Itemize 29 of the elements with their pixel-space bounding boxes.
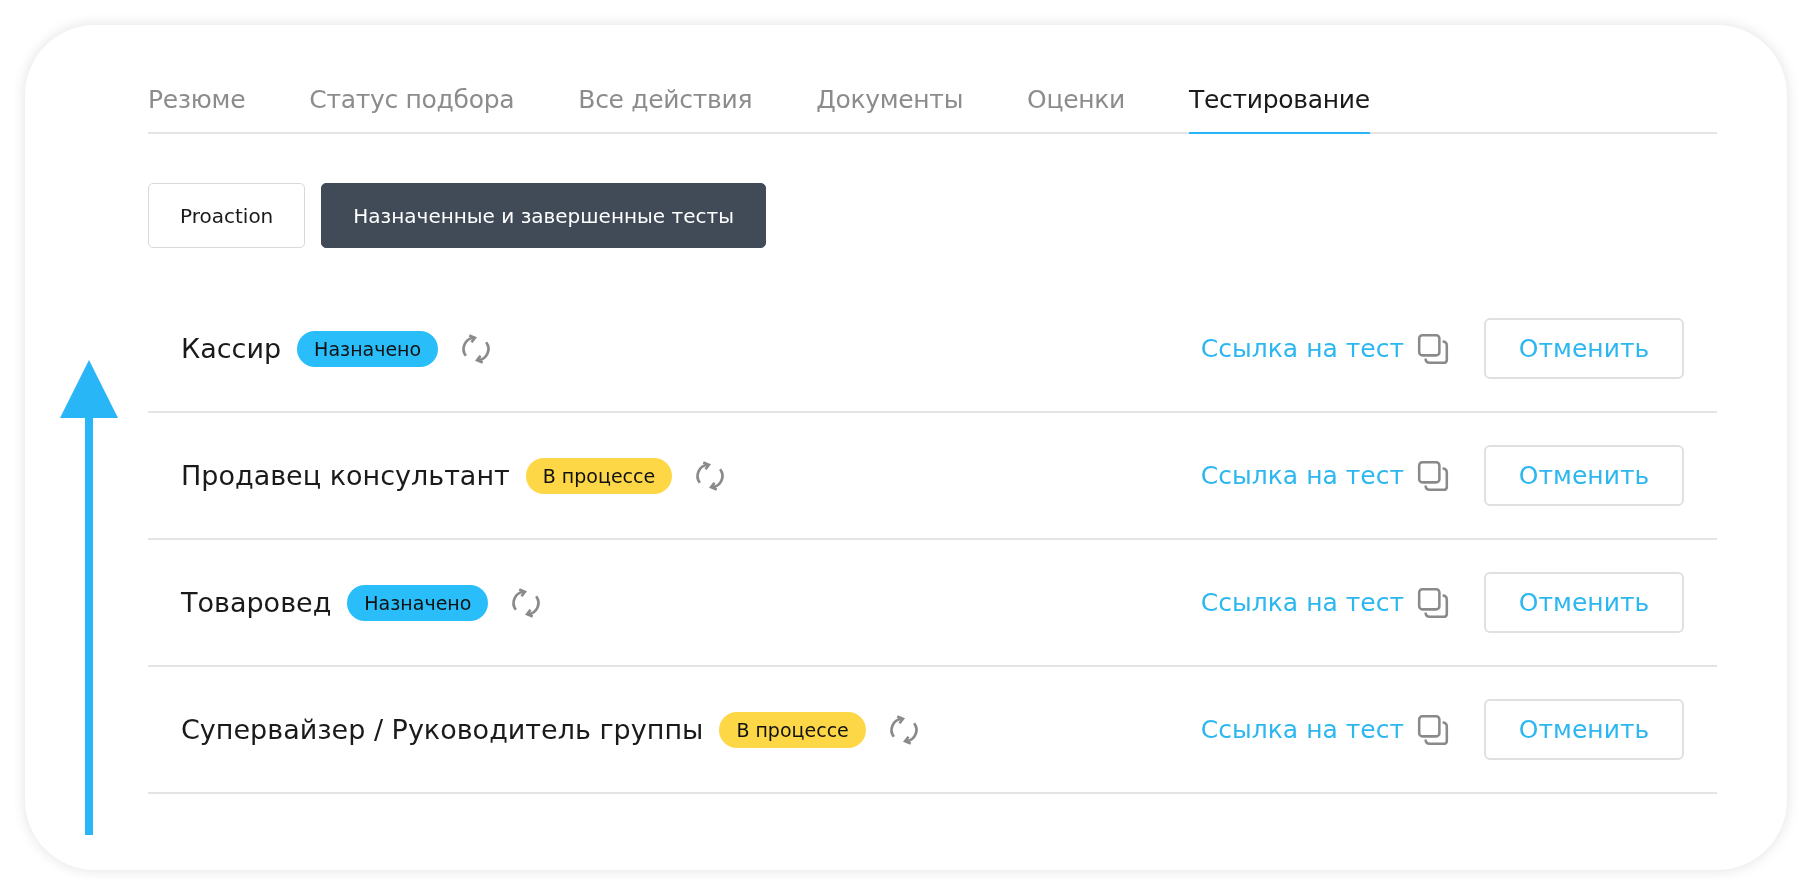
tab[interactable]: Все действия bbox=[578, 85, 753, 134]
segment-button[interactable]: Назначенные и завершенные тесты bbox=[321, 183, 766, 248]
copy-icon[interactable] bbox=[1416, 331, 1450, 366]
cancel-button[interactable]: Отменить bbox=[1484, 318, 1684, 379]
status-badge: В процессе bbox=[525, 457, 673, 494]
tab[interactable]: Тестирование bbox=[1189, 85, 1370, 134]
segment-button[interactable]: Proaction bbox=[148, 183, 306, 248]
cancel-button[interactable]: Отменить bbox=[1484, 445, 1684, 506]
status-badge: Назначено bbox=[347, 584, 489, 621]
status-badge: В процессе bbox=[719, 711, 866, 748]
test-name: Кассир bbox=[181, 333, 282, 364]
status-badge: Назначено bbox=[297, 330, 439, 367]
test-link[interactable]: Ссылка на тест bbox=[1200, 588, 1404, 617]
tab[interactable]: Статус подбора bbox=[309, 85, 515, 134]
copy-icon[interactable] bbox=[1416, 585, 1450, 620]
up-arrow-icon bbox=[60, 360, 118, 835]
tab[interactable]: Резюме bbox=[148, 85, 246, 134]
cancel-button[interactable]: Отменить bbox=[1484, 699, 1684, 760]
cancel-button[interactable]: Отменить bbox=[1484, 572, 1684, 633]
copy-icon[interactable] bbox=[1416, 712, 1450, 747]
tab[interactable]: Оценки bbox=[1027, 85, 1126, 134]
test-name: Супервайзер / Руководитель группы bbox=[181, 714, 704, 745]
test-link[interactable]: Ссылка на тест bbox=[1200, 715, 1404, 744]
copy-icon[interactable] bbox=[1416, 458, 1450, 493]
test-name: Продавец консультант bbox=[181, 460, 510, 491]
test-link[interactable]: Ссылка на тест bbox=[1200, 461, 1404, 490]
test-name: Товаровед bbox=[181, 587, 332, 618]
test-link[interactable]: Ссылка на тест bbox=[1200, 334, 1404, 363]
tab[interactable]: Документы bbox=[816, 85, 964, 134]
